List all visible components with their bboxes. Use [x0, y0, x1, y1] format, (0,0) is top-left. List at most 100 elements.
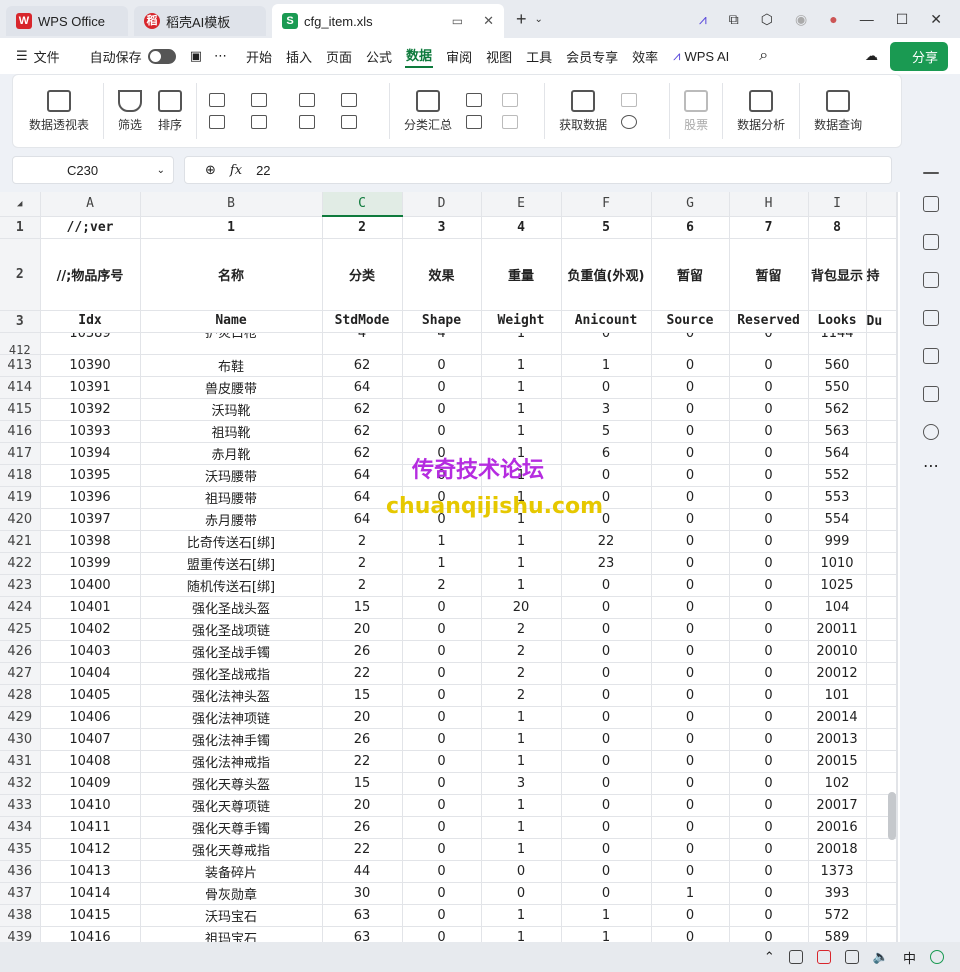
table-cell[interactable]: 1: [561, 904, 652, 927]
table-cell[interactable]: 骨灰勋章: [140, 882, 323, 905]
table-cell[interactable]: 22: [322, 838, 403, 861]
row-header[interactable]: 436: [0, 860, 41, 883]
table-cell[interactable]: Source: [651, 310, 730, 333]
table-cell[interactable]: 0: [651, 530, 730, 553]
zoom-icon[interactable]: ⊕: [205, 162, 216, 178]
network-icon[interactable]: [844, 950, 859, 964]
table-cell[interactable]: 10415: [40, 904, 141, 927]
table-cell[interactable]: [896, 332, 898, 355]
table-cell[interactable]: [866, 420, 897, 443]
table-cell[interactable]: 1: [561, 354, 652, 377]
table-cell[interactable]: 10405: [40, 684, 141, 707]
table-cell[interactable]: 0: [651, 332, 730, 355]
table-cell[interactable]: [866, 750, 897, 773]
table-cell[interactable]: 30: [322, 882, 403, 905]
table-cell[interactable]: 祖玛靴: [140, 420, 323, 443]
data-analysis-button[interactable]: 数据分析: [729, 89, 793, 133]
table-cell[interactable]: 1: [402, 530, 482, 553]
table-cell[interactable]: 5: [561, 420, 652, 443]
table-cell[interactable]: 0: [402, 618, 482, 641]
table-cell[interactable]: 10413: [40, 860, 141, 883]
table-cell[interactable]: 随机传送石[绑]: [140, 574, 323, 597]
table-cell[interactable]: 暂留: [651, 238, 730, 311]
table-cell[interactable]: 10390: [40, 354, 141, 377]
tab-cfg-item[interactable]: S cfg_item.xls ▭ ✕: [272, 4, 504, 38]
table-cell[interactable]: Idx: [40, 310, 141, 333]
table-cell[interactable]: 0: [651, 860, 730, 883]
table-cell[interactable]: [896, 238, 898, 311]
table-cell[interactable]: 1: [481, 728, 562, 751]
table-cell[interactable]: 0: [729, 904, 809, 927]
row-header[interactable]: 420: [0, 508, 41, 531]
table-cell[interactable]: 64: [322, 464, 403, 487]
table-cell[interactable]: 1: [481, 816, 562, 839]
chevron-down-icon[interactable]: ⌄: [535, 14, 543, 25]
table-cell[interactable]: 0: [402, 882, 482, 905]
table-cell[interactable]: 1: [402, 552, 482, 575]
table-cell[interactable]: 589: [808, 926, 867, 942]
table-cell[interactable]: [866, 464, 897, 487]
notification-icon[interactable]: ◉: [795, 11, 807, 28]
table-cell[interactable]: 15: [322, 684, 403, 707]
pivot-table-button[interactable]: 数据透视表: [21, 89, 97, 133]
table-cell[interactable]: 0: [561, 750, 652, 773]
table-cell[interactable]: 0: [729, 530, 809, 553]
table-cell[interactable]: 6: [561, 442, 652, 465]
refresh-icon[interactable]: [621, 115, 638, 129]
ime-indicator[interactable]: 中: [903, 948, 916, 967]
layout-icon[interactable]: [923, 272, 939, 288]
column-header-e[interactable]: E: [481, 192, 562, 217]
table-cell[interactable]: [896, 684, 898, 707]
table-cell[interactable]: 0: [729, 464, 809, 487]
table-cell[interactable]: 0: [729, 772, 809, 795]
table-cell[interactable]: 0: [561, 574, 652, 597]
table-cell[interactable]: 20: [322, 618, 403, 641]
table-cell[interactable]: Anicount: [561, 310, 652, 333]
row-header[interactable]: 423: [0, 574, 41, 597]
table-cell[interactable]: 10391: [40, 376, 141, 399]
table-cell[interactable]: StdMode: [322, 310, 403, 333]
table-cell[interactable]: [896, 816, 898, 839]
table-cell[interactable]: 0: [651, 772, 730, 795]
table-cell[interactable]: 20011: [808, 618, 867, 641]
row-header[interactable]: 413: [0, 354, 41, 377]
insert-dropdown-icon[interactable]: [299, 115, 316, 129]
table-cell[interactable]: 0: [402, 398, 482, 421]
table-cell[interactable]: 1: [481, 838, 562, 861]
more-icon[interactable]: ⋯: [923, 459, 939, 478]
table-cell[interactable]: 1: [481, 376, 562, 399]
table-cell[interactable]: 1: [481, 574, 562, 597]
table-cell[interactable]: 沃玛靴: [140, 398, 323, 421]
table-cell[interactable]: 0: [561, 376, 652, 399]
table-cell[interactable]: 15: [322, 596, 403, 619]
ai-icon[interactable]: ⩘: [699, 11, 707, 28]
table-cell[interactable]: 0: [402, 926, 482, 942]
vertical-scrollbar[interactable]: [888, 792, 896, 840]
table-cell[interactable]: 10408: [40, 750, 141, 773]
row-header[interactable]: 426: [0, 640, 41, 663]
table-cell[interactable]: 1: [651, 882, 730, 905]
table-cell[interactable]: 10406: [40, 706, 141, 729]
table-cell[interactable]: 560: [808, 354, 867, 377]
table-cell[interactable]: 背包显示: [808, 238, 867, 311]
menu-wps-ai[interactable]: WPS AI: [684, 49, 729, 64]
table-cell[interactable]: 0: [402, 794, 482, 817]
data-query-button[interactable]: 数据查询: [806, 89, 870, 133]
table-cell[interactable]: 0: [651, 420, 730, 443]
menu-tools[interactable]: 工具: [525, 47, 553, 66]
star-icon[interactable]: [923, 310, 939, 326]
table-cell[interactable]: [866, 508, 897, 531]
table-cell[interactable]: 0: [402, 816, 482, 839]
row-header[interactable]: 433: [0, 794, 41, 817]
table-cell[interactable]: [896, 706, 898, 729]
table-cell[interactable]: 2: [322, 530, 403, 553]
table-cell[interactable]: [866, 860, 897, 883]
menu-start[interactable]: 开始: [245, 47, 273, 66]
table-cell[interactable]: 暂留: [729, 238, 809, 311]
table-cell[interactable]: [866, 838, 897, 861]
table-cell[interactable]: [866, 552, 897, 575]
table-cell[interactable]: 1: [481, 794, 562, 817]
table-cell[interactable]: 0: [402, 860, 482, 883]
table-cell[interactable]: 4: [322, 332, 403, 355]
table-cell[interactable]: [896, 216, 898, 239]
